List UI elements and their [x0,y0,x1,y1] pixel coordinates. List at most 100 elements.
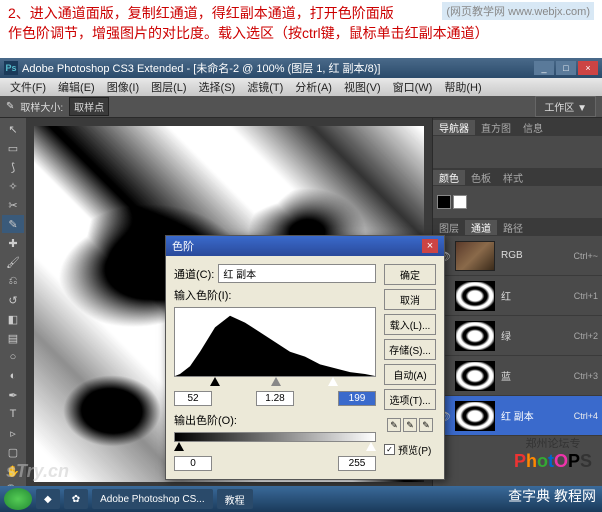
tab-channels[interactable]: 通道 [465,220,497,235]
output-white-field[interactable]: 255 [338,456,376,471]
gray-eyedropper[interactable]: ✎ [403,418,417,432]
menu-filter[interactable]: 滤镜(T) [241,79,289,95]
close-button[interactable]: × [578,61,598,75]
workspace-button[interactable]: 工作区 ▼ [535,96,596,117]
pen-tool[interactable]: ✒ [2,386,24,404]
tab-layers[interactable]: 图层 [433,220,465,235]
stamp-tool[interactable]: ⎌ [2,272,24,290]
menu-file[interactable]: 文件(F) [4,79,52,95]
channel-name: 蓝 [501,368,568,383]
load-button[interactable]: 载入(L)... [384,314,436,335]
channel-select[interactable]: 红 副本 [218,264,376,283]
sample-size-select[interactable]: 取样点 [69,97,109,116]
type-tool[interactable]: T [2,405,24,423]
cancel-button[interactable]: 取消 [384,289,436,310]
channel-shortcut: Ctrl+~ [573,251,598,261]
titlebar: Ps Adobe Photoshop CS3 Extended - [未命名-2… [0,58,602,78]
channel-row[interactable]: 👁RGBCtrl+~ [433,236,602,276]
wand-tool[interactable]: ✧ [2,177,24,195]
color-panel-tabs: 颜色 色板 样式 [433,168,602,186]
background-swatch[interactable] [453,195,467,209]
path-tool[interactable]: ▹ [2,424,24,442]
output-black-slider[interactable] [174,442,184,451]
channel-row[interactable]: 绿Ctrl+2 [433,316,602,356]
lasso-tool[interactable]: ⟆ [2,158,24,176]
channel-shortcut: Ctrl+1 [574,291,598,301]
channel-name: 红 [501,288,568,303]
menu-help[interactable]: 帮助(H) [438,79,487,95]
foreground-swatch[interactable] [437,195,451,209]
auto-button[interactable]: 自动(A) [384,364,436,385]
output-gradient [174,432,376,442]
tab-color[interactable]: 颜色 [433,170,465,185]
taskbar-item[interactable]: 教程 [217,489,253,509]
menu-view[interactable]: 视图(V) [338,79,387,95]
move-tool[interactable]: ↖ [2,120,24,138]
tab-styles[interactable]: 样式 [497,170,529,185]
taskbar-item[interactable]: ✿ [64,489,88,509]
nav-panel-tabs: 导航器 直方图 信息 [433,118,602,136]
output-white-slider[interactable] [366,442,376,451]
white-eyedropper[interactable]: ✎ [419,418,433,432]
blur-tool[interactable]: ○ [2,348,24,366]
input-slider[interactable] [174,377,376,389]
channel-thumbnail [455,321,495,351]
taskbar-photoshop[interactable]: Adobe Photoshop CS... [92,489,213,509]
maximize-button[interactable]: □ [556,61,576,75]
eyedropper-icon[interactable]: ✎ [6,101,14,112]
preview-checkbox[interactable]: ✓ [384,444,395,455]
channel-row[interactable]: 👁红 副本Ctrl+4 [433,396,602,436]
eraser-tool[interactable]: ◧ [2,310,24,328]
channel-row[interactable]: 蓝 Ctrl+3 [433,356,602,396]
menu-select[interactable]: 选择(S) [193,79,242,95]
ok-button[interactable]: 确定 [384,264,436,285]
history-brush-tool[interactable]: ↺ [2,291,24,309]
tab-navigator[interactable]: 导航器 [433,120,475,135]
input-black-field[interactable]: 52 [174,391,212,406]
output-black-field[interactable]: 0 [174,456,212,471]
menu-layer[interactable]: 图层(L) [145,79,192,95]
heal-tool[interactable]: ✚ [2,234,24,252]
options-button[interactable]: 选项(T)... [384,389,436,410]
eyedropper-tool[interactable]: ✎ [2,215,24,233]
tab-paths[interactable]: 路径 [497,220,529,235]
menu-edit[interactable]: 编辑(E) [52,79,101,95]
window-title: Adobe Photoshop CS3 Extended - [未命名-2 @ … [22,60,534,76]
input-gamma-field[interactable]: 1.28 [256,391,294,406]
output-levels-label: 输出色阶(O): [174,412,376,428]
tab-info[interactable]: 信息 [517,120,549,135]
menu-image[interactable]: 图像(I) [101,79,145,95]
dialog-close-button[interactable]: × [422,239,438,253]
dialog-titlebar[interactable]: 色阶 × [166,236,444,256]
levels-dialog: 色阶 × 通道(C): 红 副本 输入色阶(I): 52 1.28 199 输出… [165,235,445,480]
dodge-tool[interactable]: ◐ [2,367,24,385]
shape-tool[interactable]: ▢ [2,443,24,461]
channel-panel-tabs: 图层 通道 路径 [433,218,602,236]
channel-name: RGB [501,250,567,261]
channel-label: 通道(C): [174,266,214,282]
output-slider[interactable] [174,442,376,454]
sample-size-label: 取样大小: [20,99,63,114]
white-point-slider[interactable] [328,377,338,386]
channel-row[interactable]: 红 Ctrl+1 [433,276,602,316]
minimize-button[interactable]: _ [534,61,554,75]
input-white-field[interactable]: 199 [338,391,376,406]
watermark-bottom-right: 查字典 教程网 [508,486,596,506]
crop-tool[interactable]: ✂ [2,196,24,214]
start-button[interactable] [4,488,32,510]
tab-swatches[interactable]: 色板 [465,170,497,185]
black-point-slider[interactable] [210,377,220,386]
taskbar-item[interactable]: ◆ [36,489,60,509]
brush-tool[interactable]: 🖌 [2,253,24,271]
input-levels-label: 输入色阶(I): [174,287,376,303]
gradient-tool[interactable]: ▤ [2,329,24,347]
black-eyedropper[interactable]: ✎ [387,418,401,432]
menu-window[interactable]: 窗口(W) [387,79,439,95]
gamma-slider[interactable] [271,377,281,386]
options-bar: ✎ 取样大小: 取样点 工作区 ▼ [0,96,602,118]
channel-shortcut: Ctrl+3 [574,371,598,381]
marquee-tool[interactable]: ▭ [2,139,24,157]
menu-analysis[interactable]: 分析(A) [289,79,338,95]
tab-histogram[interactable]: 直方图 [475,120,517,135]
save-button[interactable]: 存储(S)... [384,339,436,360]
